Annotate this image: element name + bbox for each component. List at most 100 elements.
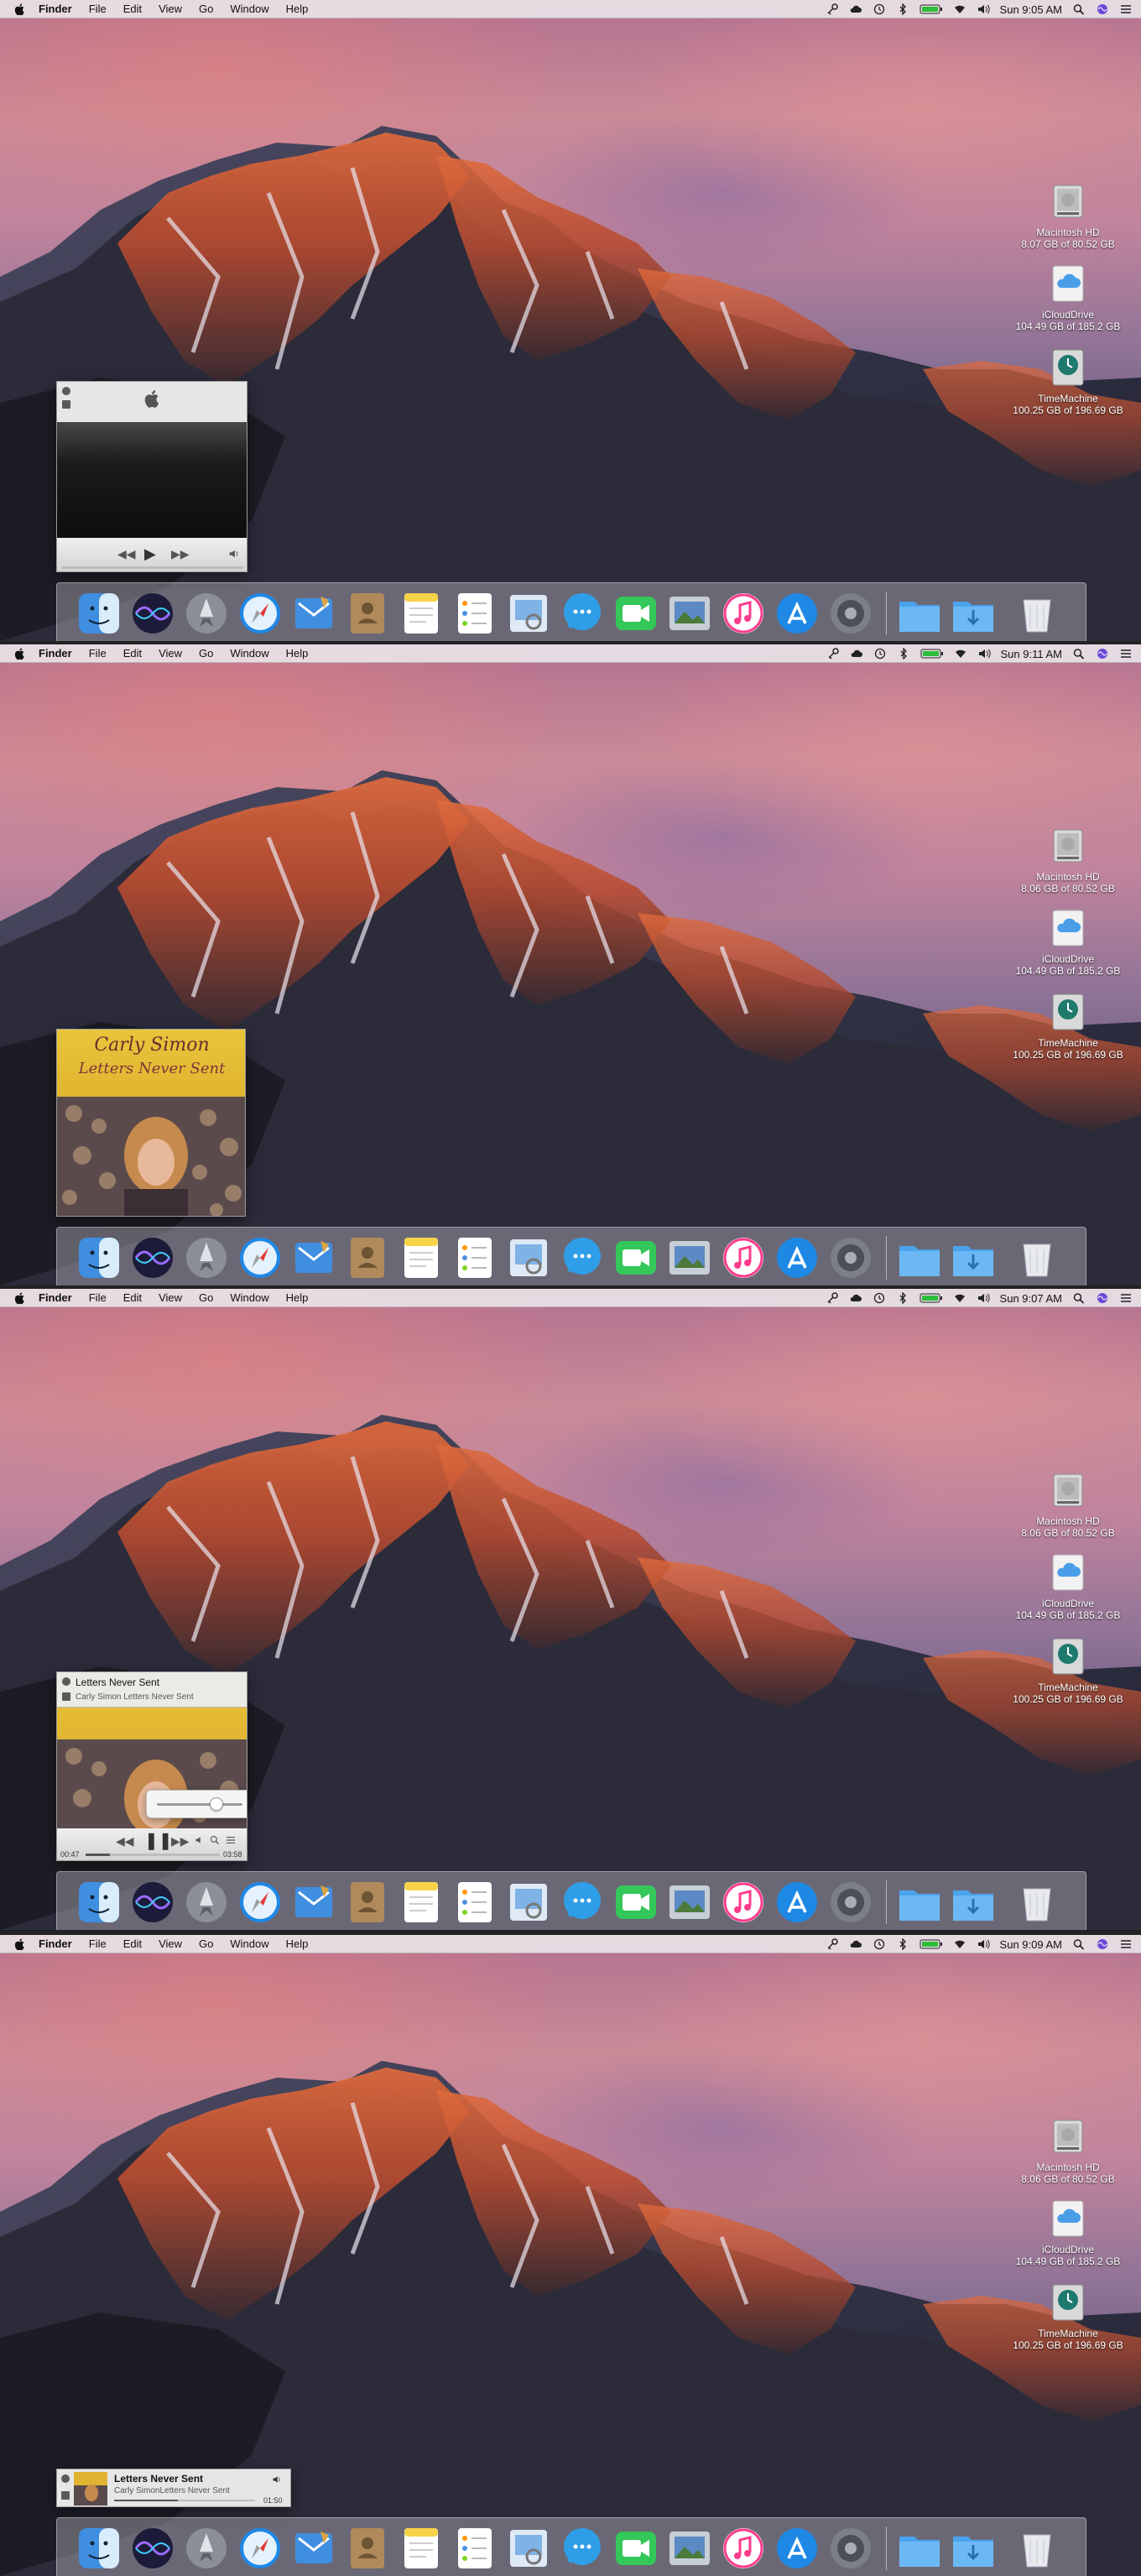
notification-center-icon[interactable] xyxy=(1119,1292,1133,1304)
battery-icon[interactable] xyxy=(920,3,943,15)
finder-icon[interactable] xyxy=(76,590,122,637)
rewind-icon[interactable]: ◀◀ xyxy=(116,1835,134,1847)
siri-icon[interactable] xyxy=(129,590,176,637)
mail-icon[interactable] xyxy=(290,590,337,637)
macintosh-hd[interactable]: Macintosh HD 8.06 GB of 80.52 GB xyxy=(1009,2115,1127,2185)
photos-icon[interactable] xyxy=(666,1234,713,1281)
siri-icon[interactable] xyxy=(1096,1938,1109,1950)
icloud-drive[interactable]: iCloudDrive 104.49 GB of 185.2 GB xyxy=(1009,1551,1127,1621)
bluetooth-icon[interactable] xyxy=(896,1938,909,1950)
menu-go[interactable]: Go xyxy=(199,1291,213,1304)
time-machine-drive[interactable]: TimeMachine 100.25 GB of 196.69 GB xyxy=(1009,2281,1127,2351)
volume-icon[interactable] xyxy=(272,2474,282,2485)
photos-icon[interactable] xyxy=(666,590,713,637)
contacts-icon[interactable] xyxy=(344,2525,391,2572)
volume-icon[interactable] xyxy=(228,548,240,560)
menu-file[interactable]: File xyxy=(89,1937,107,1950)
mail-icon[interactable] xyxy=(290,2525,337,2572)
messages-icon[interactable] xyxy=(559,590,606,637)
key-icon[interactable] xyxy=(826,1938,839,1950)
itunes-icon[interactable] xyxy=(720,590,767,637)
progress-track[interactable] xyxy=(62,566,243,569)
spotlight-icon[interactable] xyxy=(1072,1938,1086,1950)
menu-finder[interactable]: Finder xyxy=(39,1937,72,1950)
menu-edit[interactable]: Edit xyxy=(123,1937,142,1950)
notes-icon[interactable] xyxy=(398,2525,445,2572)
itunes-icon[interactable] xyxy=(720,1234,767,1281)
launchpad-icon[interactable] xyxy=(183,2525,230,2572)
menu-finder[interactable]: Finder xyxy=(39,1291,72,1304)
fullscreen-button[interactable] xyxy=(62,1692,70,1701)
trash-icon[interactable] xyxy=(1013,1234,1060,1281)
battery-icon[interactable] xyxy=(920,1292,943,1304)
reminders-icon[interactable] xyxy=(451,2525,498,2572)
safari-icon[interactable] xyxy=(237,1234,284,1281)
safari-icon[interactable] xyxy=(237,1879,284,1926)
messages-icon[interactable] xyxy=(559,1879,606,1926)
safari-icon[interactable] xyxy=(237,590,284,637)
messages-icon[interactable] xyxy=(559,1234,606,1281)
downloads-folder-icon[interactable] xyxy=(950,1234,997,1281)
menu-window[interactable]: Window xyxy=(230,647,268,660)
menu-go[interactable]: Go xyxy=(199,1937,213,1950)
apple-menu-icon[interactable] xyxy=(13,1937,27,1951)
menu-edit[interactable]: Edit xyxy=(123,647,142,660)
menu-view[interactable]: View xyxy=(159,1291,182,1304)
preview-icon[interactable] xyxy=(505,1879,552,1926)
contacts-icon[interactable] xyxy=(344,1234,391,1281)
menubar-clock[interactable]: Sun 9:07 AM xyxy=(1000,1292,1062,1305)
finder-icon[interactable] xyxy=(76,1879,122,1926)
volume-icon[interactable] xyxy=(977,1938,990,1950)
spotlight-icon[interactable] xyxy=(1072,3,1086,15)
menu-window[interactable]: Window xyxy=(230,1937,268,1950)
menu-edit[interactable]: Edit xyxy=(123,1291,142,1304)
fast-forward-icon[interactable]: ▶▶ xyxy=(171,1835,190,1847)
siri-icon[interactable] xyxy=(129,2525,176,2572)
downloads-folder-icon[interactable] xyxy=(950,590,997,637)
fullscreen-button[interactable] xyxy=(62,400,70,409)
time-machine-drive[interactable]: TimeMachine 100.25 GB of 196.69 GB xyxy=(1009,991,1127,1061)
apple-menu-icon[interactable] xyxy=(13,1291,27,1305)
menubar-clock[interactable]: Sun 9:09 AM xyxy=(1000,1938,1062,1951)
progress-track[interactable] xyxy=(86,1854,220,1856)
cloud-icon[interactable] xyxy=(849,3,862,15)
progress-track[interactable] xyxy=(114,2500,255,2501)
volume-popover[interactable] xyxy=(146,1790,247,1818)
facetime-icon[interactable] xyxy=(612,1234,659,1281)
facetime-icon[interactable] xyxy=(612,1879,659,1926)
reminders-icon[interactable] xyxy=(451,590,498,637)
preview-icon[interactable] xyxy=(505,1234,552,1281)
menu-view[interactable]: View xyxy=(159,3,182,15)
icloud-drive[interactable]: iCloudDrive 104.49 GB of 185.2 GB xyxy=(1009,2198,1127,2267)
volume-icon[interactable] xyxy=(977,648,991,660)
volume-icon[interactable] xyxy=(977,3,990,15)
time-machine-icon[interactable] xyxy=(873,648,887,660)
close-button[interactable] xyxy=(62,1677,70,1686)
battery-icon[interactable] xyxy=(920,1938,943,1950)
menu-go[interactable]: Go xyxy=(199,647,213,660)
safari-icon[interactable] xyxy=(237,2525,284,2572)
bluetooth-icon[interactable] xyxy=(897,648,910,660)
menu-help[interactable]: Help xyxy=(286,3,309,15)
notification-center-icon[interactable] xyxy=(1119,3,1133,15)
siri-icon[interactable] xyxy=(129,1879,176,1926)
spotlight-icon[interactable] xyxy=(1072,1292,1086,1304)
key-icon[interactable] xyxy=(826,648,840,660)
system-preferences-icon[interactable] xyxy=(827,590,874,637)
volume-icon[interactable] xyxy=(195,1835,205,1845)
wifi-icon[interactable] xyxy=(953,1292,966,1304)
messages-icon[interactable] xyxy=(559,2525,606,2572)
mail-icon[interactable] xyxy=(290,1879,337,1926)
volume-track[interactable] xyxy=(157,1803,242,1806)
downloads-folder-icon[interactable] xyxy=(950,2525,997,2572)
app-store-icon[interactable] xyxy=(774,1234,821,1281)
close-button[interactable] xyxy=(62,387,70,395)
photos-icon[interactable] xyxy=(666,1879,713,1926)
preview-icon[interactable] xyxy=(505,2525,552,2572)
key-icon[interactable] xyxy=(826,1292,839,1304)
finder-icon[interactable] xyxy=(76,2525,122,2572)
launchpad-icon[interactable] xyxy=(183,1879,230,1926)
time-machine-icon[interactable] xyxy=(873,1938,886,1950)
itunes-icon[interactable] xyxy=(720,2525,767,2572)
up-next-list-icon[interactable] xyxy=(225,1835,237,1845)
